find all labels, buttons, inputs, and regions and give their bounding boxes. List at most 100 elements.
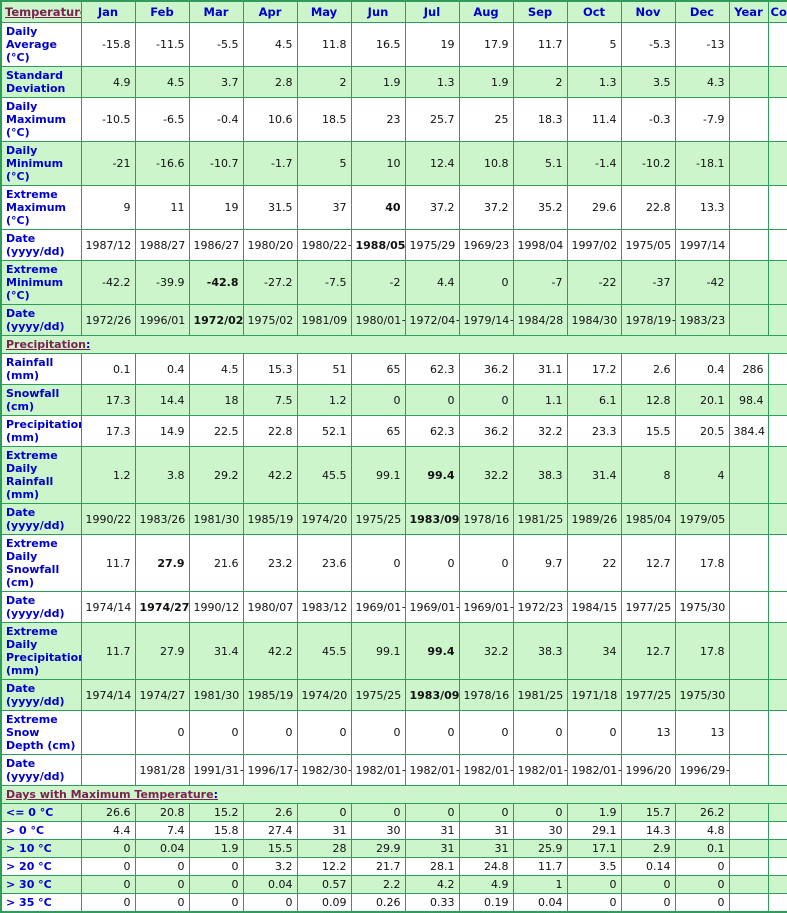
cell-year <box>728 893 769 913</box>
table-row: Rainfall (mm) 0.1 0.4 4.5 15.3 51 65 62.3 36.2 31… <box>0 353 787 385</box>
cell-dec: 17.8 <box>674 622 730 680</box>
cell-sep: 1972/23 <box>512 591 568 623</box>
table-row: > 35 °C00000.090.260.330.190.04000B <box>0 893 787 913</box>
cell-aug: 0 <box>458 710 514 755</box>
cell-jan: 1972/26 <box>80 304 136 336</box>
cell-jul: 1975/29 <box>404 229 460 261</box>
table-row: Extreme Minimum (°C) -42.2 -39.9 -42.8 -27.2… <box>0 260 787 305</box>
cell-nov: -5.3 <box>620 22 676 67</box>
row-label: > 30 °C <box>0 875 82 894</box>
table-row: Extreme Daily Snowfall (cm) 11.7 27.9 21.6 2… <box>0 534 787 592</box>
cell-nov: 1977/25 <box>620 679 676 711</box>
column-header-code: Code <box>767 0 787 23</box>
cell-apr: 3.2 <box>242 857 298 876</box>
cell-may: 2 <box>296 66 352 98</box>
cell-dec: 0.1 <box>674 839 730 858</box>
cell-aug: 0 <box>458 384 514 416</box>
cell-may: 37 <box>296 185 352 230</box>
table-row: Snowfall (cm) 17.3 14.4 18 7.5 1.2 0 0 0 1.1 6.1 12… <box>0 384 787 416</box>
cell-code: B <box>767 803 787 822</box>
row-label: Daily Average (°C) <box>0 22 82 67</box>
cell-mar: 18 <box>188 384 244 416</box>
cell-dec: 1975/30 <box>674 591 730 623</box>
cell-apr: 1975/02 <box>242 304 298 336</box>
cell-feb: -16.6 <box>134 141 190 186</box>
cell-oct: 22 <box>566 534 622 592</box>
cell-feb: -11.5 <box>134 22 190 67</box>
cell-mar: 1981/30 <box>188 503 244 535</box>
cell-jul: 0 <box>404 803 460 822</box>
cell-feb: 1974/27 <box>134 591 190 623</box>
cell-apr: 1985/19 <box>242 503 298 535</box>
cell-dec: 0.4 <box>674 353 730 385</box>
section-header-days_max_temp: Days with Maximum Temperature: <box>0 785 787 804</box>
cell-code <box>767 754 787 786</box>
cell-year <box>728 857 769 876</box>
cell-may: 1983/12 <box>296 591 352 623</box>
table-row: > 10 °C 0 0.04 1.9 15.5 28 29.9 31 31 25.9 17.1 2.9… <box>0 839 787 858</box>
section-title-text: Temperature <box>5 5 81 19</box>
cell-mar: 31.4 <box>188 622 244 680</box>
cell-dec: -42 <box>674 260 730 305</box>
cell-year <box>728 622 769 680</box>
cell-code <box>767 503 787 535</box>
cell-may: 0.57 <box>296 875 352 894</box>
cell-nov: -37 <box>620 260 676 305</box>
cell-feb: 1988/27 <box>134 229 190 261</box>
cell-feb: 0.04 <box>134 839 190 858</box>
cell-sep: 11.7 <box>512 857 568 876</box>
row-label: Extreme Daily Snowfall (cm) <box>0 534 82 592</box>
cell-jun: 2.2 <box>350 875 406 894</box>
column-header-jan: Jan <box>80 0 136 23</box>
cell-dec: -13 <box>674 22 730 67</box>
cell-code: C <box>767 415 787 447</box>
cell-mar: 1990/12 <box>188 591 244 623</box>
cell-dec: 4 <box>674 446 730 504</box>
cell-sep: 25.9 <box>512 839 568 858</box>
cell-may: 0 <box>296 803 352 822</box>
cell-jan: 1987/12 <box>80 229 136 261</box>
cell-aug: 0.19 <box>458 893 514 913</box>
row-label: Date (yyyy/dd) <box>0 591 82 623</box>
cell-jun: 1980/01+ <box>350 304 406 336</box>
cell-code: C <box>767 384 787 416</box>
row-label: Extreme Minimum (°C) <box>0 260 82 305</box>
cell-jan <box>80 754 136 786</box>
cell-jan: 11.7 <box>80 534 136 592</box>
cell-code: C <box>767 353 787 385</box>
row-label: Standard Deviation <box>0 66 82 98</box>
cell-dec: 4.3 <box>674 66 730 98</box>
cell-jan: 0 <box>80 839 136 858</box>
cell-may: 51 <box>296 353 352 385</box>
cell-jul: 31 <box>404 839 460 858</box>
cell-year <box>728 22 769 67</box>
cell-oct: 0 <box>566 875 622 894</box>
cell-year <box>728 141 769 186</box>
cell-sep: 35.2 <box>512 185 568 230</box>
section-header-colon: : <box>213 788 218 801</box>
cell-may: 18.5 <box>296 97 352 142</box>
cell-feb: 14.9 <box>134 415 190 447</box>
cell-jul: 1972/04+ <box>404 304 460 336</box>
cell-jan: 17.3 <box>80 384 136 416</box>
cell-oct: 0 <box>566 893 622 913</box>
cell-aug: 1.9 <box>458 66 514 98</box>
cell-year <box>728 679 769 711</box>
row-label: Extreme Daily Rainfall (mm) <box>0 446 82 504</box>
cell-aug: 0 <box>458 803 514 822</box>
row-label: > 10 °C <box>0 839 82 858</box>
cell-nov: 0.14 <box>620 857 676 876</box>
cell-oct: 23.3 <box>566 415 622 447</box>
cell-sep: 38.3 <box>512 446 568 504</box>
cell-sep: 5.1 <box>512 141 568 186</box>
cell-mar: -42.8 <box>188 260 244 305</box>
cell-jul: 0.33 <box>404 893 460 913</box>
table-row: <= 0 °C26.620.815.22.6000001.915.726.2B <box>0 803 787 822</box>
cell-mar: 0 <box>188 893 244 913</box>
cell-mar: 1991/31+ <box>188 754 244 786</box>
cell-year <box>728 503 769 535</box>
table-row: Date (yyyy/dd) 1987/12 1988/27 1986/27 1980/… <box>0 229 787 261</box>
cell-jul: 1.3 <box>404 66 460 98</box>
cell-jan: 11.7 <box>80 622 136 680</box>
cell-apr: -1.7 <box>242 141 298 186</box>
